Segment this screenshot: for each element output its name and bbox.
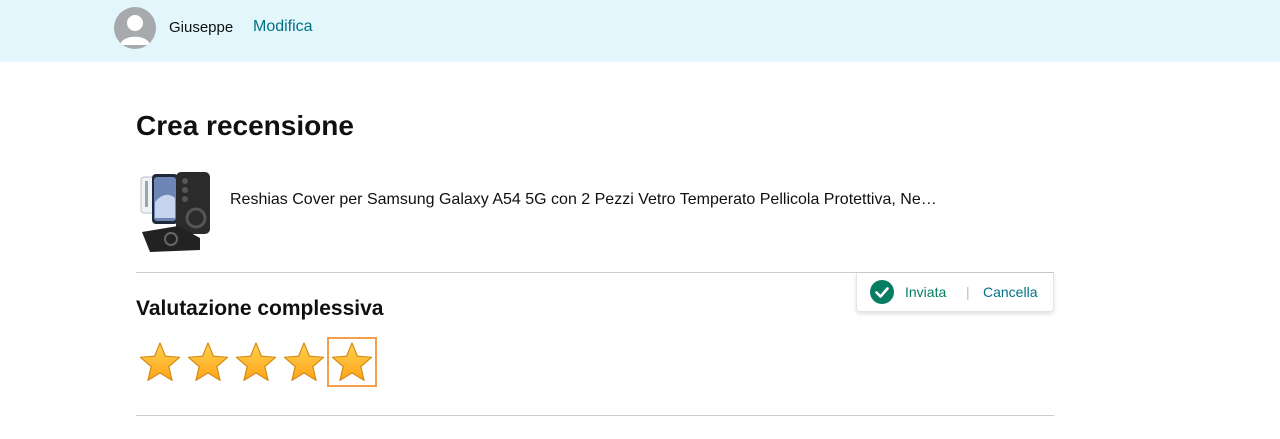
- divider: [136, 415, 1054, 416]
- rating-heading: Valutazione complessiva: [136, 297, 384, 320]
- product-title: Reshias Cover per Samsung Galaxy A54 5G …: [230, 191, 937, 208]
- status-text: Inviata: [905, 284, 947, 300]
- product-image: [138, 172, 214, 254]
- user-name: Giuseppe: [169, 19, 234, 36]
- page-title: Crea recensione: [136, 110, 354, 141]
- star-4-icon[interactable]: [281, 339, 327, 385]
- star-3-icon[interactable]: [233, 339, 279, 385]
- status-separator: |: [966, 284, 970, 300]
- user-avatar-icon[interactable]: [114, 7, 156, 49]
- star-5-icon[interactable]: [327, 337, 377, 387]
- top-bar: Giuseppe Modifica: [0, 0, 1280, 62]
- star-2-icon[interactable]: [185, 339, 231, 385]
- cancel-link[interactable]: Cancella: [983, 283, 1037, 301]
- star-1-icon[interactable]: [137, 339, 183, 385]
- submission-status: Inviata | Cancella: [856, 273, 1054, 312]
- check-circle-icon: [870, 280, 894, 304]
- edit-profile-link[interactable]: Modifica: [253, 17, 313, 37]
